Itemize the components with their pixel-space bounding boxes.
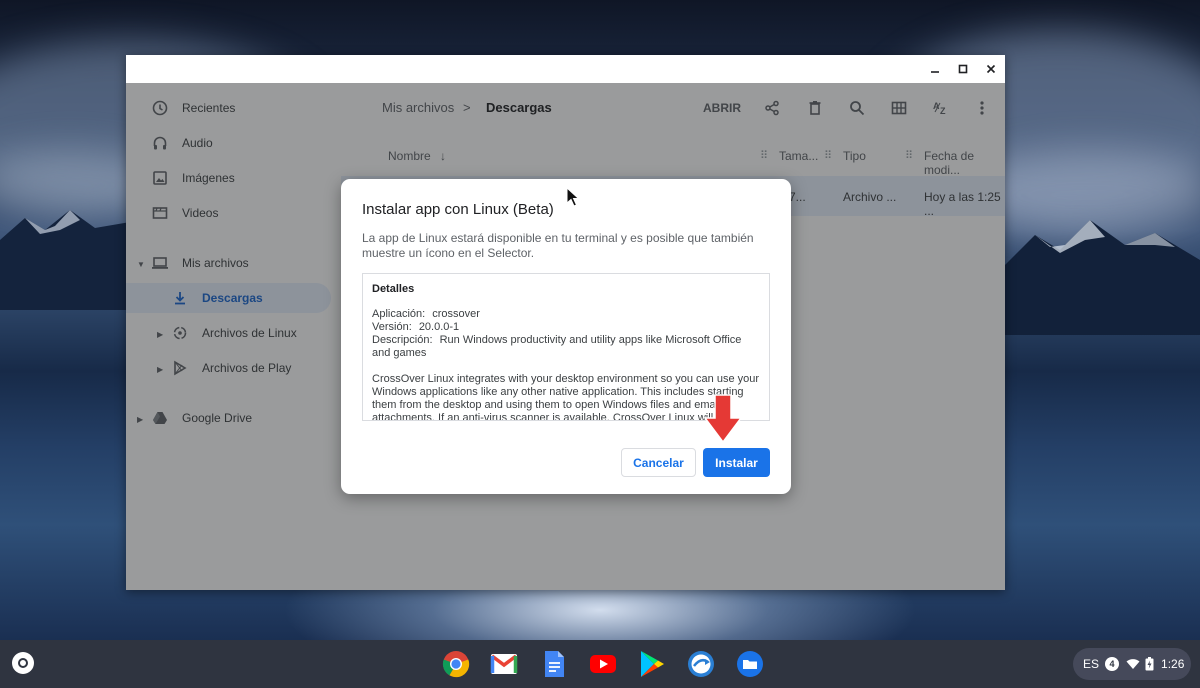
version-value: 20.0.0-1 <box>418 321 460 333</box>
youtube-icon[interactable] <box>587 648 619 680</box>
dialog-title: Instalar app con Linux (Beta) <box>362 201 554 218</box>
launcher-button[interactable] <box>12 652 34 674</box>
install-linux-app-dialog: Instalar app con Linux (Beta) La app de … <box>341 179 791 494</box>
details-version: Versión: 20.0.0-1 <box>372 321 760 334</box>
red-arrow-annotation-icon <box>703 394 743 444</box>
minimize-icon[interactable] <box>924 58 946 80</box>
mouse-cursor-icon <box>566 187 580 207</box>
battery-icon <box>1145 657 1154 671</box>
docs-icon[interactable] <box>538 648 570 680</box>
details-heading: Detalles <box>372 283 415 295</box>
details-description: Descripción: Run Windows productivity an… <box>372 334 760 360</box>
shelf: ES 4 1:26 <box>0 640 1200 688</box>
dialog-description: La app de Linux estará disponible en tu … <box>362 231 754 260</box>
chrome-icon[interactable] <box>440 648 472 680</box>
crossover-icon[interactable] <box>685 648 717 680</box>
maximize-icon[interactable] <box>952 58 974 80</box>
play-store-icon[interactable] <box>636 648 668 680</box>
notification-badge: 4 <box>1105 657 1120 671</box>
wifi-icon <box>1126 658 1140 670</box>
gmail-icon[interactable] <box>488 648 520 680</box>
details-long-text: CrossOver Linux integrates with your des… <box>372 373 760 421</box>
window-titlebar[interactable] <box>126 55 1005 83</box>
files-icon[interactable] <box>734 648 766 680</box>
language-indicator: ES <box>1083 657 1100 671</box>
details-application: Aplicación: crossover <box>372 308 760 321</box>
description-label: Descripción: <box>372 334 433 346</box>
version-label: Versión: <box>372 321 412 333</box>
application-value: crossover <box>432 308 480 320</box>
launcher-icon <box>18 658 28 668</box>
cancel-button[interactable]: Cancelar <box>621 448 696 477</box>
clock-time: 1:26 <box>1161 657 1185 671</box>
close-icon[interactable] <box>980 58 1002 80</box>
status-tray[interactable]: ES 4 1:26 <box>1073 648 1191 680</box>
install-button[interactable]: Instalar <box>703 448 770 477</box>
application-label: Aplicación: <box>372 308 426 320</box>
